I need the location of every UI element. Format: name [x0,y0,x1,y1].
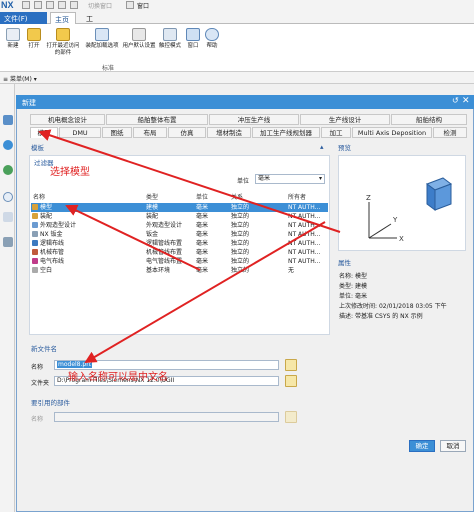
annotation-arrows [38,129,341,364]
annotation-enter-name: 输入名称可以是中文名 [68,372,168,383]
arrow-to-filename [84,221,326,364]
annotation-select-model: 选择模型 [50,167,90,178]
arrow-to-model-row [65,204,201,271]
arrow-to-model-tab [38,129,341,233]
